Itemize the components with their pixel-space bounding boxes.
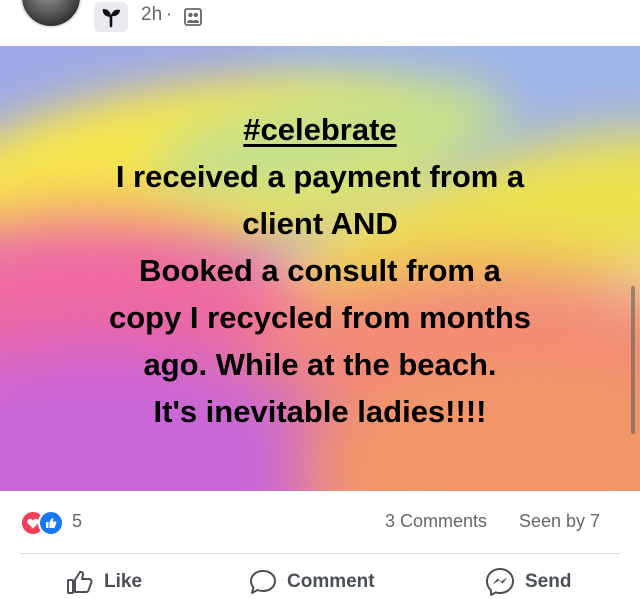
post-background-card[interactable]: #celebrate I received a payment from a c… xyxy=(0,46,640,491)
comment-label: Comment xyxy=(287,571,375,592)
send-label: Send xyxy=(525,571,572,592)
avatar[interactable] xyxy=(20,0,82,28)
like-button[interactable]: Like xyxy=(66,565,142,599)
messenger-icon xyxy=(486,568,514,596)
comment-button[interactable]: Comment xyxy=(249,565,375,599)
post-timestamp[interactable]: 2h xyxy=(141,4,162,26)
post-text-line: I received a payment from a xyxy=(115,159,525,194)
scrollbar[interactable] xyxy=(631,286,635,434)
post-text-line: It's inevitable ladies!!!! xyxy=(153,394,487,429)
post-text-line: Booked a consult from a xyxy=(139,253,501,288)
sprout-icon[interactable] xyxy=(94,2,128,32)
seen-by-link[interactable]: Seen by 7 xyxy=(519,511,600,532)
like-reaction-icon xyxy=(38,510,64,536)
send-button[interactable]: Send xyxy=(485,565,571,599)
reactions-summary[interactable]: 5 3 Comments Seen by 7 xyxy=(20,510,620,536)
post-text: #celebrate I received a payment from a c… xyxy=(0,106,640,435)
reaction-count[interactable]: 5 xyxy=(72,511,82,532)
like-label: Like xyxy=(104,571,143,592)
comments-count-link[interactable]: 3 Comments xyxy=(385,511,487,532)
action-bar: Like Comment Send xyxy=(0,565,640,599)
comment-icon xyxy=(250,570,276,594)
post-header: 2h · xyxy=(0,0,640,46)
post-text-line: client AND xyxy=(242,206,398,241)
separator-dot: · xyxy=(166,4,173,25)
divider xyxy=(20,553,620,554)
post-text-line: ago. While at the beach. xyxy=(143,347,497,382)
audience-icon[interactable] xyxy=(184,8,202,31)
thumbs-up-icon xyxy=(67,570,93,594)
post-text-line: copy I recycled from months xyxy=(108,300,532,335)
hashtag-link[interactable]: #celebrate xyxy=(0,106,640,153)
